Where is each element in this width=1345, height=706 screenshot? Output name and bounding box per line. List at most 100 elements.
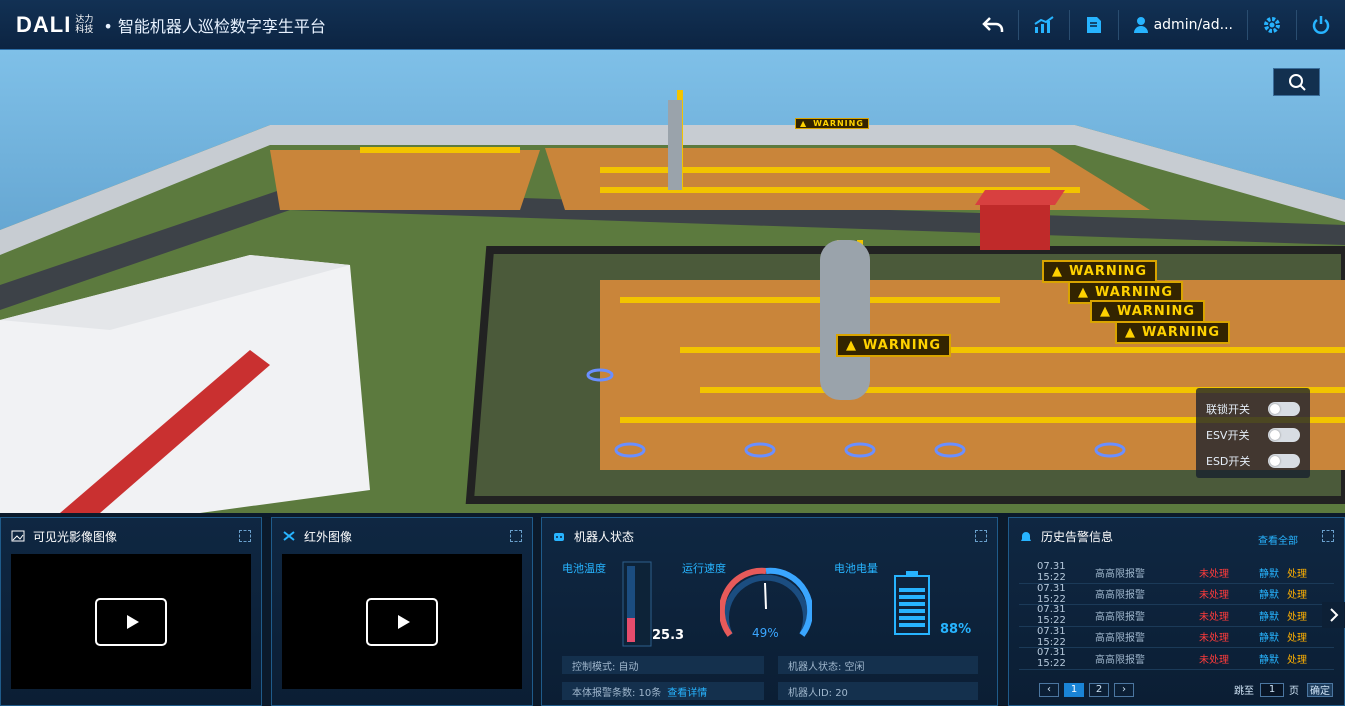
user-name: admin/ad... xyxy=(1153,17,1233,33)
user-menu[interactable]: admin/ad... xyxy=(1119,10,1248,40)
statistics-button[interactable] xyxy=(1019,10,1070,40)
video-player xyxy=(11,554,251,689)
page-title: • 智能机器人巡检数字孪生平台 xyxy=(103,16,326,36)
mute-button[interactable]: 静默 xyxy=(1259,651,1279,666)
alarm-status: 未处理 xyxy=(1199,611,1229,623)
logo: DALI 达力科技 xyxy=(16,12,95,38)
expand-icon[interactable] xyxy=(975,530,987,542)
power-icon xyxy=(1312,16,1330,34)
prev-page-button[interactable]: ‹ xyxy=(1039,682,1059,697)
alarm-status: 未处理 xyxy=(1199,590,1229,602)
settings-button[interactable] xyxy=(1248,10,1297,40)
next-page-button[interactable]: › xyxy=(1114,682,1134,697)
search-icon xyxy=(1288,74,1306,91)
chart-icon xyxy=(1034,16,1054,33)
confirm-button[interactable]: 确定 xyxy=(1307,682,1333,697)
next-panel-button[interactable] xyxy=(1322,602,1345,628)
search-button[interactable] xyxy=(1273,68,1320,96)
switch-panel: 联锁开关 ESV开关 ESD开关 xyxy=(1196,388,1310,478)
panel-header: 机器人状态 xyxy=(542,518,997,554)
infrared-image-panel: 红外图像 xyxy=(271,517,533,706)
alarm-time: 07.31 15:22 xyxy=(1037,647,1066,670)
logout-button[interactable] xyxy=(1297,10,1345,40)
robot-status-panel: 机器人状态 电池温度 运行速度 电池电量 25.3 49% 88% 控制模式: … xyxy=(541,517,998,706)
switch-row-esv: ESV开关 xyxy=(1206,422,1300,448)
interlock-toggle[interactable] xyxy=(1268,402,1300,416)
expand-icon[interactable] xyxy=(510,530,522,542)
logo-mark: DALI xyxy=(16,11,72,37)
esv-toggle[interactable] xyxy=(1268,428,1300,442)
control-mode: 控制模式: 自动 xyxy=(562,656,764,674)
esd-toggle[interactable] xyxy=(1268,454,1300,468)
chevron-right-icon xyxy=(1329,608,1338,622)
page-input[interactable]: 1 xyxy=(1260,682,1284,697)
switch-label: ESV开关 xyxy=(1206,429,1250,442)
top-bar: DALI 达力科技 • 智能机器人巡检数字孪生平台 admin/ad... xyxy=(0,0,1345,50)
play-button[interactable] xyxy=(366,597,438,646)
mute-button[interactable]: 静默 xyxy=(1259,629,1279,644)
alarm-time: 07.31 15:22 xyxy=(1037,561,1066,584)
handle-button[interactable]: 处理 xyxy=(1287,629,1307,644)
pagination: ‹ 1 2 › 跳至 1 页 确定 xyxy=(1039,682,1338,697)
alarm-kind: 高高限报警 xyxy=(1095,654,1145,666)
alarm-count: 本体报警条数: 10条 查看详情 xyxy=(562,682,764,700)
alarm-time: 07.31 15:22 xyxy=(1037,604,1066,627)
warning-label: ▲ WARNING xyxy=(836,334,952,357)
toolbar: admin/ad... xyxy=(968,0,1345,50)
image-icon xyxy=(11,530,25,542)
gear-icon xyxy=(1264,17,1280,33)
warning-label: ▲ WARNING xyxy=(1115,321,1231,344)
switch-label: 联锁开关 xyxy=(1206,403,1250,416)
edit-doc-icon xyxy=(1086,17,1101,33)
alarm-status: 未处理 xyxy=(1199,654,1229,666)
panel-title: 历史告警信息 xyxy=(1041,529,1114,544)
alarm-kind: 高高限报警 xyxy=(1095,568,1145,580)
alarm-row: 07.31 15:22 高高限报警 未处理 静默 处理 xyxy=(1019,647,1334,670)
panel-header: 可见光影像图像 xyxy=(1,518,261,554)
handle-button[interactable]: 处理 xyxy=(1287,651,1307,666)
mute-button[interactable]: 静默 xyxy=(1259,565,1279,580)
alarm-kind: 高高限报警 xyxy=(1095,633,1145,645)
alarm-row: 07.31 15:22 高高限报警 未处理 静默 处理 xyxy=(1019,583,1334,605)
robot-state: 机器人状态: 空闲 xyxy=(778,656,978,674)
battery-label: 电池电量 xyxy=(834,562,878,575)
page-button[interactable]: 2 xyxy=(1089,682,1109,697)
warning-label: ▲ WARNING xyxy=(795,118,869,129)
switch-row-esd: ESD开关 xyxy=(1206,448,1300,474)
thermometer-gauge xyxy=(622,561,652,647)
handle-button[interactable]: 处理 xyxy=(1287,608,1307,623)
panel-title: 红外图像 xyxy=(304,529,353,544)
warning-label: ▲ WARNING xyxy=(1042,260,1158,283)
alarm-row: 07.31 15:22 高高限报警 未处理 静默 处理 xyxy=(1019,626,1334,648)
view-all-link[interactable]: 查看全部 xyxy=(1258,532,1298,547)
video-player xyxy=(282,554,522,689)
alarm-list: 07.31 15:22 高高限报警 未处理 静默 处理 07.31 15:22 … xyxy=(1019,561,1334,670)
robot-id: 机器人ID: 20 xyxy=(778,682,978,700)
play-button[interactable] xyxy=(95,597,167,646)
temp-value: 25.3 xyxy=(652,628,685,643)
alarm-row: 07.31 15:22 高高限报警 未处理 静默 处理 xyxy=(1019,604,1334,627)
back-button[interactable] xyxy=(968,10,1019,40)
handle-button[interactable]: 处理 xyxy=(1287,565,1307,580)
page-suffix: 页 xyxy=(1289,686,1299,697)
page-button[interactable]: 1 xyxy=(1064,682,1084,697)
panel-header: 红外图像 xyxy=(272,518,532,554)
expand-icon[interactable] xyxy=(239,530,251,542)
expand-icon[interactable] xyxy=(1322,530,1334,542)
digital-twin-scene[interactable]: ▲ WARNING ▲ WARNING ▲ WARNING ▲ WARNING … xyxy=(0,50,1345,513)
alarm-kind: 高高限报警 xyxy=(1095,590,1145,602)
infrared-icon xyxy=(283,531,295,541)
mute-button[interactable]: 静默 xyxy=(1259,608,1279,623)
panel-title: 机器人状态 xyxy=(574,529,635,544)
alarm-status: 未处理 xyxy=(1199,633,1229,645)
goto-label: 跳至 xyxy=(1234,686,1254,697)
handle-button[interactable]: 处理 xyxy=(1287,586,1307,601)
switch-row-interlock: 联锁开关 xyxy=(1206,396,1300,422)
view-detail-link[interactable]: 查看详情 xyxy=(667,684,707,699)
mute-button[interactable]: 静默 xyxy=(1259,586,1279,601)
panel-title: 可见光影像图像 xyxy=(33,529,118,544)
alarm-history-panel: 历史告警信息 查看全部 07.31 15:22 高高限报警 未处理 静默 处理 … xyxy=(1008,517,1345,706)
report-button[interactable] xyxy=(1070,10,1119,40)
logo-sub: 达力科技 xyxy=(75,14,94,35)
switch-label: ESD开关 xyxy=(1206,455,1251,468)
